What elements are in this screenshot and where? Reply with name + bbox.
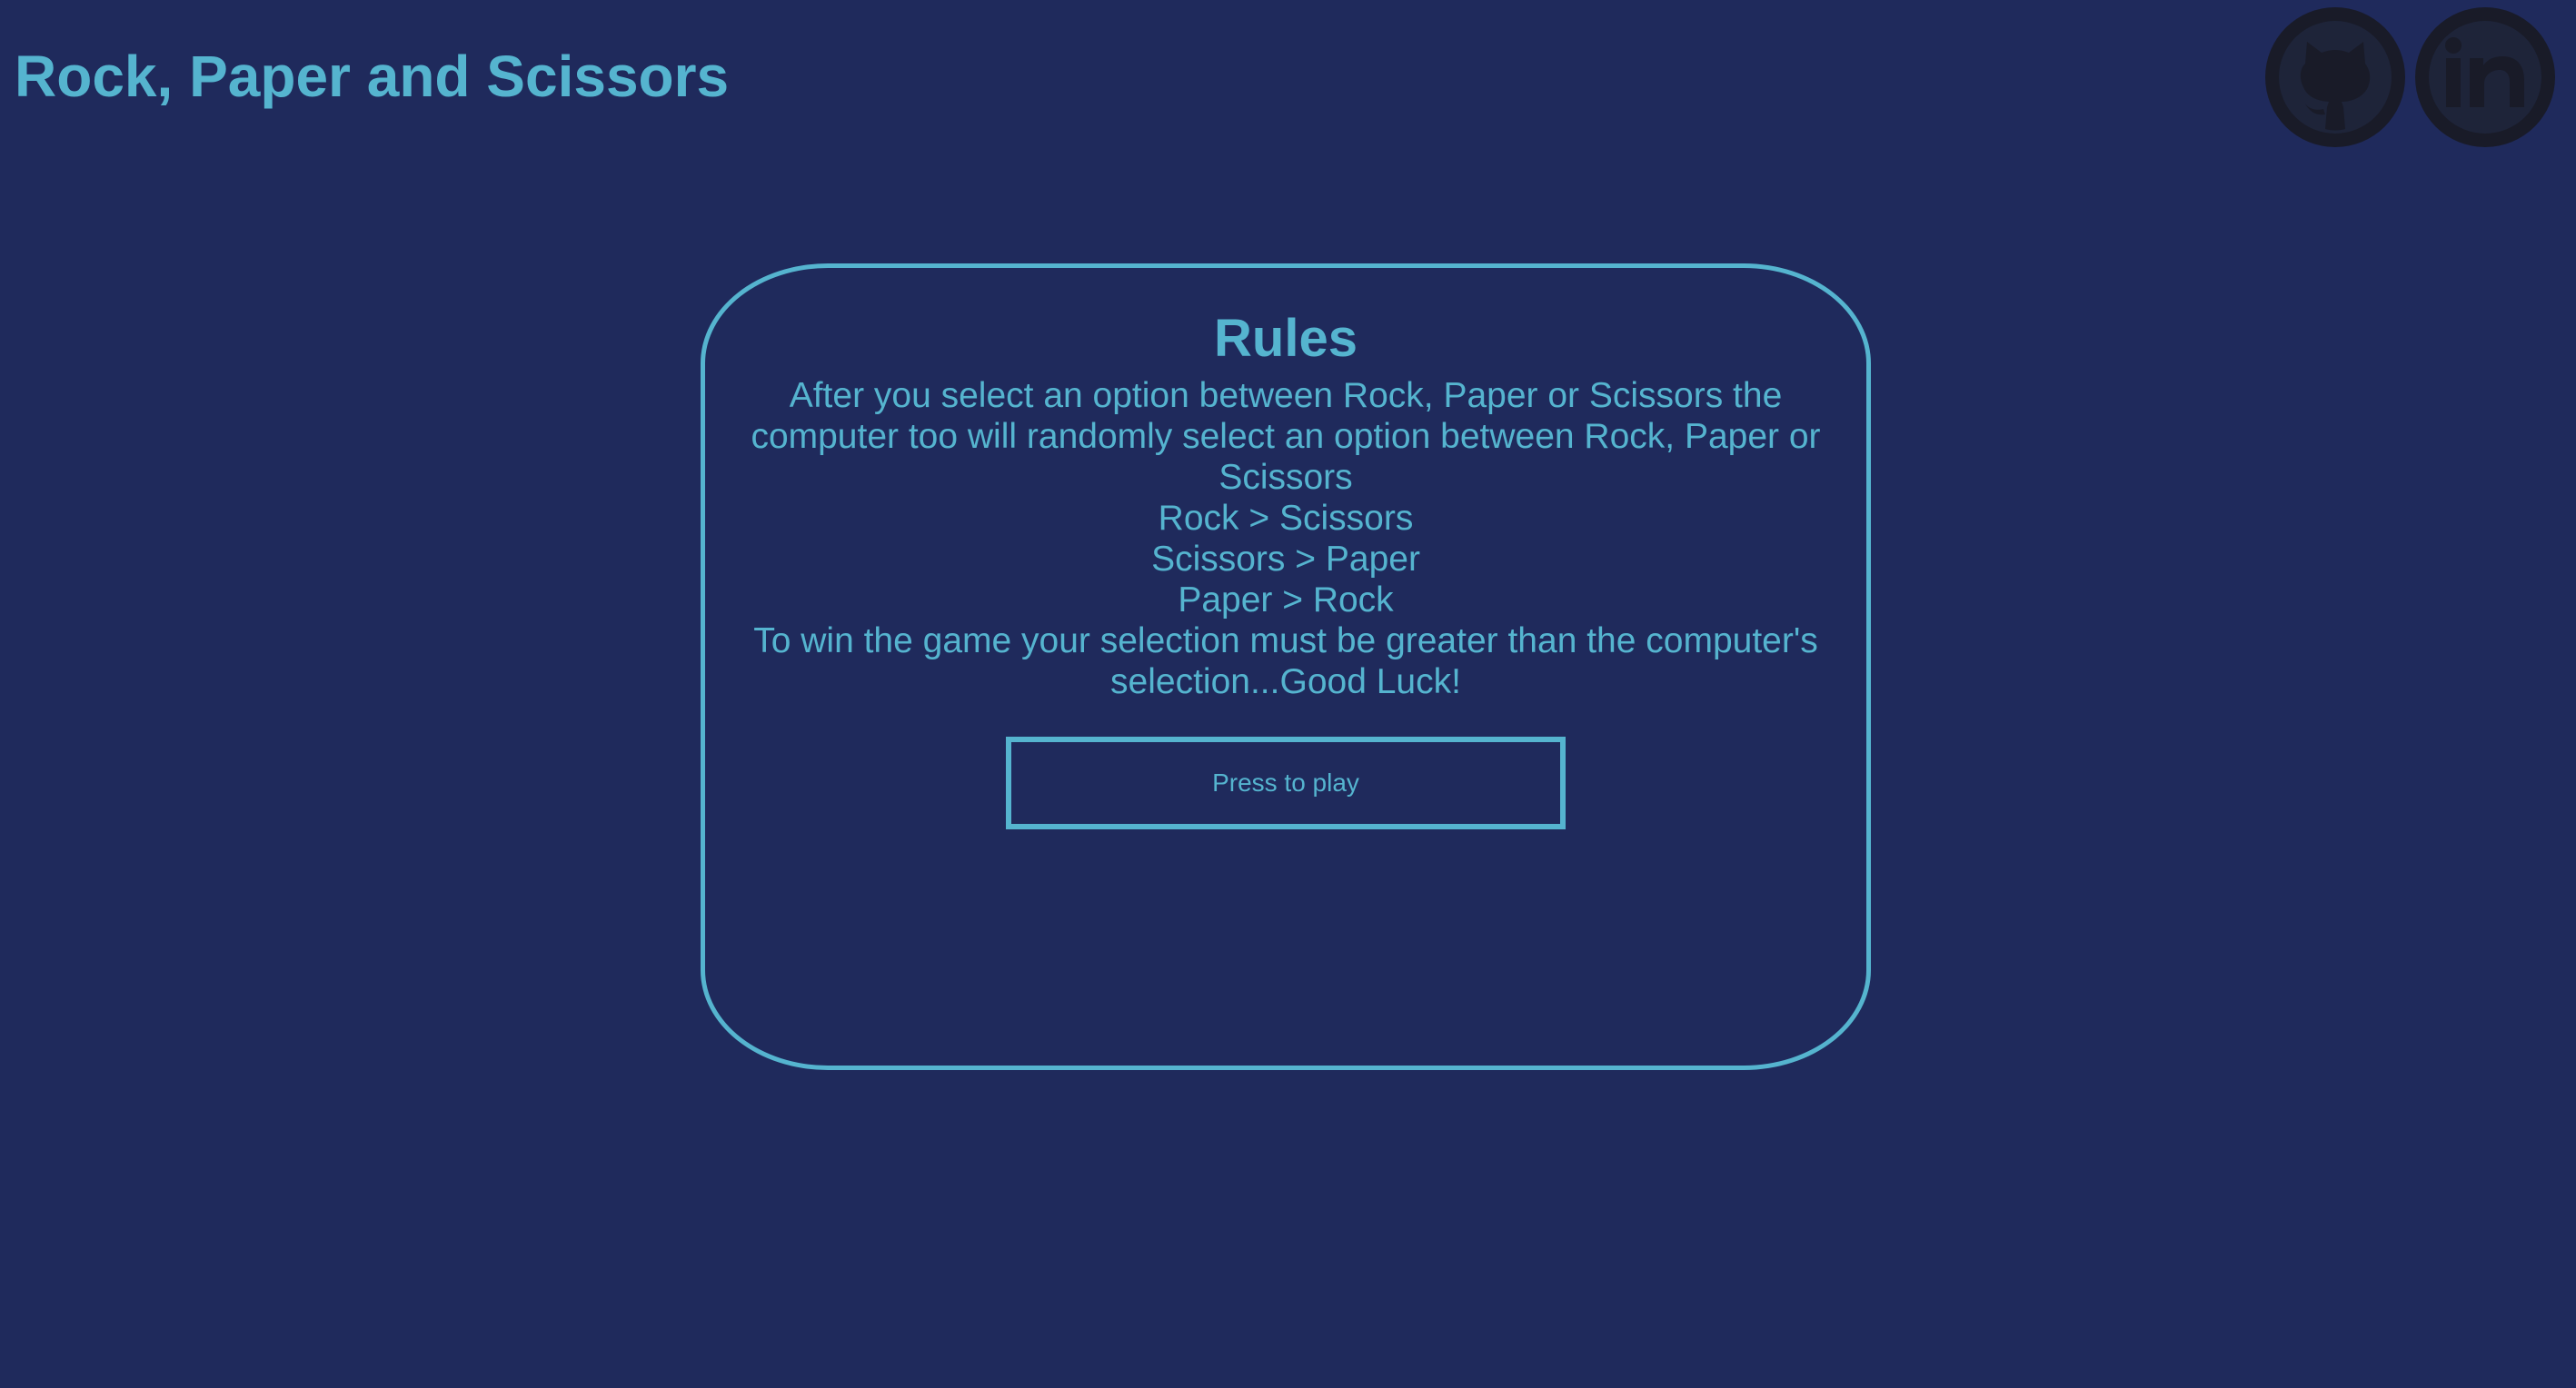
rules-text: After you select an option between Rock,… [750,375,1822,702]
app-title: Rock, Paper and Scissors [15,44,730,109]
rules-intro: After you select an option between Rock,… [751,376,1821,497]
rule-scissors-beats-paper: Scissors > Paper [1151,540,1420,579]
play-button[interactable]: Press to play [1006,737,1566,829]
rule-paper-beats-rock: Paper > Rock [1178,580,1394,620]
github-link[interactable] [2265,7,2405,147]
rules-outro: To win the game your selection must be g… [753,621,1818,701]
linkedin-link[interactable] [2415,7,2555,147]
rules-heading: Rules [1214,309,1358,368]
linkedin-icon [2429,21,2541,134]
rule-rock-beats-scissors: Rock > Scissors [1158,499,1414,538]
rules-card: Rules After you select an option between… [701,263,1871,1070]
github-icon [2279,21,2392,134]
